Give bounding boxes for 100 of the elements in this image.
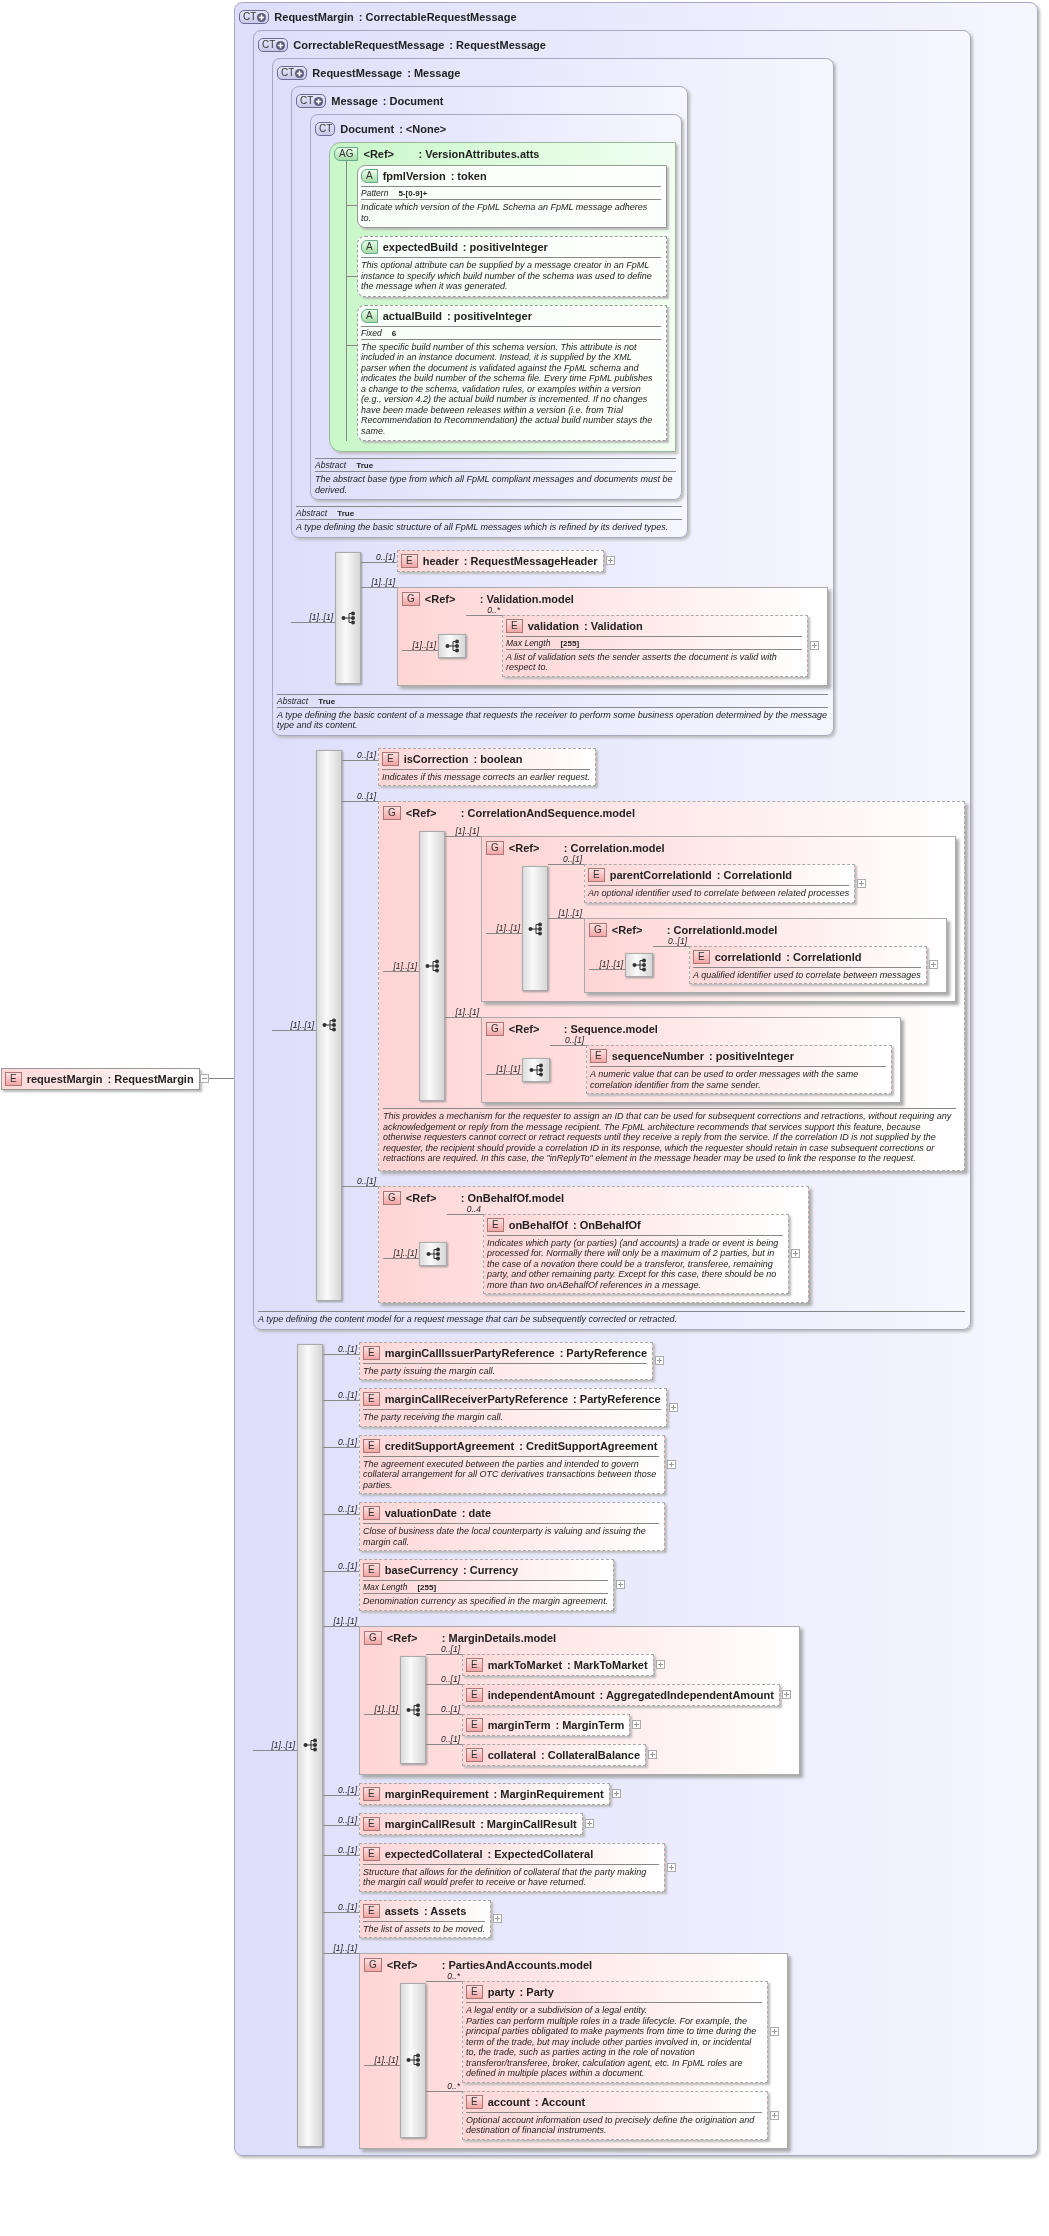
sequence-icon bbox=[302, 1738, 318, 1752]
expand-icon[interactable] bbox=[616, 1580, 626, 1590]
expand-icon[interactable] bbox=[611, 1789, 621, 1798]
node-name: Message bbox=[331, 94, 378, 108]
occurrence-label: [1]..[1] bbox=[598, 959, 625, 970]
element-badge: E bbox=[363, 1506, 380, 1520]
type-name: : date bbox=[461, 1506, 492, 1520]
occurrence-label: [1]..[1] bbox=[270, 1739, 297, 1750]
occurrence-label: 0..* bbox=[486, 604, 501, 615]
occurrence-label: [1]..[1] bbox=[392, 1248, 419, 1259]
description: The list of assets to be moved. bbox=[363, 1922, 486, 1934]
expand-icon[interactable] bbox=[667, 1459, 676, 1469]
expand-icon[interactable] bbox=[770, 2110, 779, 2120]
type-name: : PartyReference bbox=[573, 1392, 661, 1406]
reference-label: <Ref> bbox=[386, 1958, 419, 1972]
description: The party receiving the margin call. bbox=[363, 1411, 505, 1423]
type-name: : positiveInteger bbox=[709, 1049, 794, 1063]
node-name: expectedCollateral bbox=[384, 1846, 483, 1861]
type-name: : OnBehalfOf bbox=[572, 1217, 641, 1232]
type-name: : RequestMessage bbox=[449, 38, 546, 52]
occurrence-label: 0..[1] bbox=[337, 1343, 359, 1354]
element-badge: E bbox=[363, 1786, 380, 1801]
expand-icon[interactable] bbox=[655, 1660, 665, 1669]
badge-label: CT bbox=[319, 123, 333, 135]
expand-icon[interactable] bbox=[648, 1750, 658, 1759]
type-name: : Sequence.model bbox=[563, 1022, 658, 1036]
occurrence-label: 0..[1] bbox=[440, 1733, 462, 1744]
expand-icon[interactable] bbox=[810, 641, 819, 650]
description: This provides a mechanism for the requester to assign an ID that can be used for subsequent corrections and retractions, without requiring any acknowledgement or reply from the message recipient. The FpML architecture recommends that services support this feature, because otherwise requesters cannot correct or retract requests until they receive a reply from the service. If the correlation ID is not supplied by the requester, the recipient should provide a correlation ID in its response, which the requester should retain in case subsequent corrections or retractions are required. In this case, the "inReplyTo" element in the message header may be used to link the response to the request. bbox=[383, 1110, 953, 1164]
facet-label: Max Length bbox=[363, 1582, 408, 1592]
type-name: : CorrelationAndSequence.model bbox=[460, 806, 635, 820]
description: Indicates which party (or parties) (and accounts) a trade or event is being processed for. Normally there will only be a maximum of 2 parties, but in the case of a novation there could be a transferor, transferee, remaining party, and other remaining party. Except for this case, there should be no more than two onABehalfOf references in a message. bbox=[487, 1236, 780, 1290]
sequence-icon bbox=[340, 610, 356, 625]
occurrence-label: 0..[1] bbox=[337, 1901, 359, 1912]
group-badge: G bbox=[589, 922, 607, 937]
type-name: : ExpectedCollateral bbox=[487, 1846, 594, 1861]
occurrence-label: 0..[1] bbox=[440, 1703, 462, 1714]
element-badge: E bbox=[693, 949, 710, 964]
expand-icon[interactable] bbox=[493, 1914, 503, 1924]
expand-icon[interactable] bbox=[857, 878, 867, 888]
expand-icon[interactable] bbox=[782, 1690, 791, 1699]
occurrence-label: [1]..[1] bbox=[289, 1019, 316, 1030]
node-name: Document bbox=[340, 122, 395, 136]
description: Denomination currency as specified in the margin agreement. bbox=[363, 1595, 609, 1607]
type-name: : CorrelationId.model bbox=[666, 922, 778, 937]
node-name: marginCallReceiverPartyReference bbox=[384, 1392, 569, 1406]
occurrence-label: [1]..[1] bbox=[495, 1064, 522, 1074]
group-badge: G bbox=[364, 1958, 382, 1972]
description: A qualified identifier used to correlate between messages bbox=[693, 968, 921, 980]
sequence-icon bbox=[405, 2053, 421, 2068]
sequence-icon bbox=[321, 1018, 337, 1033]
node-name: marginTerm bbox=[487, 1717, 551, 1732]
occurrence-label: 0..[1] bbox=[337, 1390, 359, 1400]
description: The specific build number of this schema version. This attribute is not included in an instance document. Instead, it is supplied by the XML parser when the document is validated against the FpML schema and indicates the build number of the schema file. Every time FpML publishes a change to the schema, validation rules, or examples within a version (e.g., version 4.2) the actual build number is incremented. If no changes have been made between releases within a version (i.e. from Trial Recommendation to Recommendation) the actual build number stays the same. bbox=[361, 340, 654, 436]
expand-icon[interactable] bbox=[668, 1402, 678, 1412]
element-badge: E bbox=[363, 1392, 380, 1406]
facet-label: Abstract bbox=[277, 695, 309, 706]
expand-icon[interactable] bbox=[605, 556, 615, 565]
occurrence-label: 0..4 bbox=[465, 1203, 482, 1214]
node-name: markToMarket bbox=[487, 1657, 563, 1672]
node-name: actualBuild bbox=[382, 308, 442, 323]
expand-icon[interactable] bbox=[632, 1720, 642, 1729]
attribute-badge: A bbox=[361, 240, 378, 254]
node-name: marginRequirement bbox=[384, 1786, 489, 1801]
collapse-icon[interactable] bbox=[199, 1074, 209, 1084]
node-name: validation bbox=[527, 618, 579, 633]
node-name: expectedBuild bbox=[382, 240, 458, 254]
type-name: : RequestMessageHeader bbox=[463, 553, 598, 568]
attribute-group-badge: AG bbox=[334, 147, 359, 161]
group-badge: G bbox=[383, 1190, 401, 1205]
occurrence-label: 0..[1] bbox=[337, 1561, 359, 1571]
node-name: parentCorrelationId bbox=[609, 868, 712, 882]
expand-icon[interactable] bbox=[655, 1356, 665, 1366]
group-badge: G bbox=[486, 841, 504, 855]
expand-icon[interactable] bbox=[770, 2027, 779, 2037]
reference-label: <Ref> bbox=[424, 591, 457, 606]
facet-value: True bbox=[337, 509, 355, 518]
group-badge: G bbox=[383, 806, 401, 820]
type-name: : CorrectableRequestMessage bbox=[358, 10, 517, 24]
element-badge: E bbox=[466, 2094, 483, 2109]
element-badge: E bbox=[363, 1816, 380, 1831]
description: Structure that allows for the definition of collateral that the party making the margin call would prefer to receive or have returned. bbox=[363, 1865, 648, 1888]
element-badge: E bbox=[466, 1747, 483, 1762]
expand-icon[interactable] bbox=[928, 960, 938, 970]
occurrence-label: 0..[1] bbox=[337, 1504, 359, 1514]
type-name: : Validation bbox=[584, 618, 643, 633]
expand-icon[interactable] bbox=[667, 1862, 676, 1872]
type-name: : CorrelationId bbox=[716, 868, 792, 882]
facet-label: Fixed bbox=[361, 327, 382, 338]
type-name: : Validation.model bbox=[479, 591, 574, 606]
facet-value: [255] bbox=[417, 1583, 437, 1592]
expand-icon[interactable] bbox=[791, 1249, 800, 1259]
node-name: assets bbox=[384, 1903, 419, 1918]
element-badge: E bbox=[5, 1071, 22, 1086]
expand-icon[interactable] bbox=[584, 1819, 594, 1828]
type-name: : CreditSupportAgreement bbox=[519, 1438, 658, 1453]
occurrence-label: [1]..[1] bbox=[557, 907, 584, 918]
element-badge: E bbox=[506, 618, 523, 633]
attribute-badge: A bbox=[361, 308, 378, 323]
node-name: onBehalfOf bbox=[508, 1217, 568, 1232]
